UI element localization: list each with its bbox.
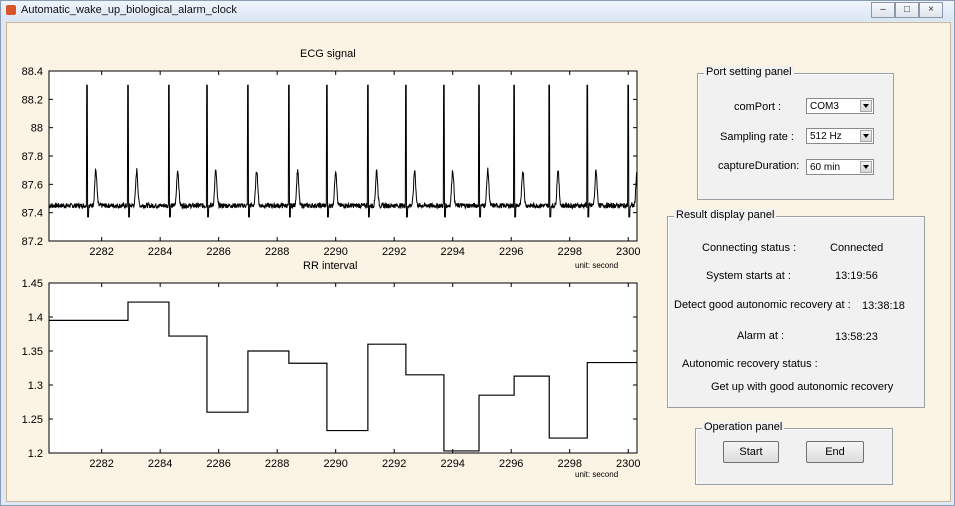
close-button[interactable]: × bbox=[919, 2, 943, 18]
start-button[interactable]: Start bbox=[723, 441, 779, 463]
recovery-status-label: Autonomic recovery status : bbox=[682, 358, 818, 370]
rr-x-tick-label: 2298 bbox=[557, 458, 581, 470]
maximize-button[interactable]: □ bbox=[895, 2, 919, 18]
ecg-y-tick-label: 87.2 bbox=[22, 236, 43, 248]
ecg-y-tick-label: 87.6 bbox=[22, 179, 43, 191]
rr-x-tick-label: 2282 bbox=[89, 458, 113, 470]
rr-x-tick-label: 2292 bbox=[382, 458, 406, 470]
ecg-x-tick-label: 2282 bbox=[89, 246, 113, 258]
sampling-rate-label: Sampling rate : bbox=[720, 131, 794, 143]
com-port-value: COM3 bbox=[810, 101, 839, 112]
chevron-down-icon[interactable] bbox=[860, 161, 872, 173]
ecg-y-tick-label: 87.8 bbox=[22, 151, 43, 163]
port-panel-title: Port setting panel bbox=[704, 66, 794, 78]
ecg-y-tick-label: 88 bbox=[31, 123, 43, 135]
rr-y-tick-label: 1.45 bbox=[22, 278, 43, 290]
port-setting-panel: Port setting panel comPort : COM3 Sampli… bbox=[697, 66, 894, 200]
ecg-y-tick-label: 88.2 bbox=[22, 94, 43, 106]
com-port-select[interactable]: COM3 bbox=[806, 98, 874, 114]
capture-duration-select[interactable]: 60 min bbox=[806, 159, 874, 175]
rr-unit-bottom: unit: second bbox=[575, 470, 618, 479]
result-display-panel: Result display panel Connecting status :… bbox=[667, 209, 925, 408]
system-starts-label: System starts at : bbox=[706, 270, 791, 282]
operation-panel-title: Operation panel bbox=[702, 421, 785, 433]
rr-x-tick-label: 2300 bbox=[616, 458, 640, 470]
rr-y-tick-label: 1.25 bbox=[22, 414, 43, 426]
window-title: Automatic_wake_up_biological_alarm_clock bbox=[21, 4, 237, 16]
minimize-button[interactable]: – bbox=[871, 2, 895, 18]
rr-x-tick-label: 2288 bbox=[265, 458, 289, 470]
chevron-down-icon[interactable] bbox=[860, 100, 872, 112]
connecting-status-value: Connected bbox=[830, 242, 884, 254]
connecting-status-label: Connecting status : bbox=[702, 242, 797, 254]
matlab-icon bbox=[6, 5, 16, 15]
app-window: Automatic_wake_up_biological_alarm_clock… bbox=[0, 0, 955, 506]
ecg-x-tick-label: 2300 bbox=[616, 246, 640, 258]
sampling-rate-value: 512 Hz bbox=[810, 131, 842, 142]
end-button[interactable]: End bbox=[806, 441, 864, 463]
rr-x-tick-label: 2284 bbox=[148, 458, 172, 470]
recovery-status-value: Get up with good autonomic recovery bbox=[711, 381, 894, 393]
ecg-x-tick-label: 2284 bbox=[148, 246, 172, 258]
result-panel-title: Result display panel bbox=[674, 209, 777, 221]
rr-title: RR interval bbox=[303, 260, 358, 272]
rr-axes[interactable]: 2282 2284 2286 2288 2290 2292 2294 2296 2298 2300… bbox=[7, 275, 647, 490]
rr-y-tick-label: 1.35 bbox=[22, 346, 43, 358]
rr-x-tick-label: 2294 bbox=[440, 458, 464, 470]
detect-recovery-label: Detect good autonomic recovery at : bbox=[674, 299, 851, 311]
detect-recovery-value: 13:38:18 bbox=[862, 300, 905, 312]
rr-x-tick-label: 2286 bbox=[206, 458, 230, 470]
rr-y-tick-label: 1.2 bbox=[28, 448, 43, 460]
rr-x-tick-label: 2290 bbox=[323, 458, 347, 470]
ecg-x-tick-label: 2288 bbox=[265, 246, 289, 258]
ecg-title: ECG signal bbox=[300, 48, 356, 60]
rr-y-tick-label: 1.3 bbox=[28, 380, 43, 392]
capture-duration-label: captureDuration: bbox=[718, 160, 800, 172]
rr-unit-top: unit: second bbox=[575, 261, 619, 270]
sampling-rate-select[interactable]: 512 Hz bbox=[806, 128, 874, 144]
rr-x-tick-label: 2296 bbox=[499, 458, 523, 470]
ecg-y-tick-label: 88.4 bbox=[22, 66, 43, 78]
rr-y-tick-label: 1.4 bbox=[28, 312, 43, 324]
chevron-down-icon[interactable] bbox=[860, 130, 872, 142]
ecg-x-tick-label: 2298 bbox=[557, 246, 581, 258]
ecg-x-tick-label: 2296 bbox=[499, 246, 523, 258]
capture-duration-value: 60 min bbox=[810, 162, 841, 173]
ecg-x-tick-label: 2292 bbox=[382, 246, 406, 258]
alarm-label: Alarm at : bbox=[737, 330, 785, 342]
com-port-label: comPort : bbox=[734, 101, 782, 113]
operation-panel: Operation panel Start End bbox=[695, 421, 893, 485]
alarm-value: 13:58:23 bbox=[835, 331, 878, 343]
ecg-axes[interactable]: 2282 2284 2286 2288 2290 2292 2294 2296 2298 2300… bbox=[7, 63, 647, 273]
ecg-x-tick-label: 2286 bbox=[206, 246, 230, 258]
title-bar: Automatic_wake_up_biological_alarm_clock… bbox=[1, 1, 954, 21]
system-starts-value: 13:19:56 bbox=[835, 270, 878, 282]
ecg-x-tick-label: 2290 bbox=[323, 246, 347, 258]
figure-client-area: ECG signal 2282 2284 2286 2288 2290 2292 2294 2… bbox=[6, 22, 951, 502]
ecg-x-tick-label: 2294 bbox=[440, 246, 464, 258]
ecg-y-tick-label: 87.4 bbox=[22, 208, 43, 220]
